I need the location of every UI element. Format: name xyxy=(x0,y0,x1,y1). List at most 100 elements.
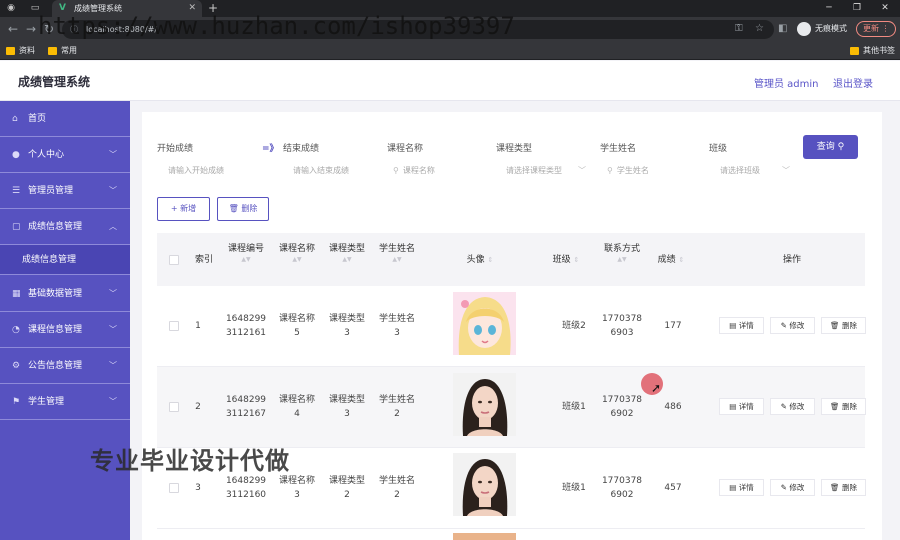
sidebar-item-admins[interactable]: ☰ 管理员管理 ﹀ xyxy=(0,173,130,209)
sidebar-item-label: 学生管理 xyxy=(28,397,65,407)
search-icon: ⚲ xyxy=(607,166,613,175)
class-label: 班级 xyxy=(709,144,728,154)
cell-score: 457 xyxy=(664,483,682,493)
edit-button[interactable]: ✎ 修改 xyxy=(770,398,815,415)
chevron-down-icon: ﹀ xyxy=(109,186,117,195)
cell-text: 3112167 xyxy=(225,409,267,419)
sidebar-item-basic-data[interactable]: ▦ 基础数据管理 ﹀ xyxy=(0,276,130,312)
maximize-icon[interactable]: ❐ xyxy=(846,0,868,17)
student-name-input[interactable]: ⚲ 学生姓名 xyxy=(597,161,697,181)
cell-text: 学生姓名 xyxy=(378,476,415,486)
table-header: 索引 课程编号 ▲▼ 课程名称 ▲▼ 课程类型 ▲▼ 学生姓名 ▲▼ 头像 ⇕ 班级 ⇕… xyxy=(157,233,865,286)
sidebar-item-label: 公告信息管理 xyxy=(28,361,83,371)
sidebar-item-label: 课程信息管理 xyxy=(28,325,83,335)
avatar-image-partial xyxy=(453,533,516,540)
mouse-cursor-icon: ➚ xyxy=(651,381,662,395)
row-checkbox[interactable] xyxy=(169,402,179,412)
star-icon[interactable]: ☆ xyxy=(755,22,764,36)
delete-button[interactable]: 🗑 删除 xyxy=(217,197,269,221)
chevron-down-icon: ﹀ xyxy=(578,166,586,175)
cell-text: 1770378 xyxy=(601,395,643,405)
col-contact[interactable]: 联系方式 ▲▼ xyxy=(600,243,644,264)
col-score[interactable]: 成绩 ⇕ xyxy=(652,254,690,267)
sidebar-item-label: 管理员管理 xyxy=(28,186,74,196)
chevron-down-icon: ﹀ xyxy=(109,150,117,159)
sidepanel-icon[interactable]: ◧ xyxy=(778,22,787,36)
cell-text: 2 xyxy=(344,490,350,500)
chevron-down-icon: ﹀ xyxy=(109,325,117,334)
start-score-input[interactable]: 请输入开始成绩 xyxy=(158,161,258,181)
col-index[interactable]: 索引 xyxy=(192,254,216,267)
sidebar-item-students[interactable]: ⚑ 学生管理 ﹀ xyxy=(0,384,130,420)
row-delete-button[interactable]: 🗑 删除 xyxy=(821,317,866,334)
other-bookmarks[interactable]: 其他书签 xyxy=(850,45,895,57)
course-name-label: 课程名称 xyxy=(387,144,424,154)
back-icon[interactable]: ← xyxy=(6,22,20,36)
row-checkbox[interactable] xyxy=(169,483,179,493)
browser-menu-icon[interactable]: ◉ xyxy=(4,2,18,15)
list-icon: ☰ xyxy=(12,186,21,196)
cell-course-type: 课程类型 3 xyxy=(324,393,370,421)
start-score-label: 开始成绩 xyxy=(157,144,194,154)
row-delete-button[interactable]: 🗑 删除 xyxy=(821,479,866,496)
sidebar-item-notices[interactable]: ⚙ 公告信息管理 ﹀ xyxy=(0,348,130,384)
course-type-placeholder: 请选择课程类型 xyxy=(506,166,562,175)
key-icon[interactable]: ⚿ xyxy=(735,22,743,36)
course-type-label: 课程类型 xyxy=(496,144,533,154)
avatar-image xyxy=(453,292,516,355)
row-checkbox[interactable] xyxy=(169,321,179,331)
forward-icon[interactable]: → xyxy=(24,22,38,36)
logout-link[interactable]: 退出登录 xyxy=(833,75,873,90)
add-button[interactable]: + 新增 xyxy=(157,197,210,221)
detail-button[interactable]: ▤ 详情 xyxy=(719,479,764,496)
home-icon: ⌂ xyxy=(12,114,18,124)
sort-icon: ▲▼ xyxy=(617,256,627,263)
row-delete-button[interactable]: 🗑 删除 xyxy=(821,398,866,415)
sidebar-subitem-scores[interactable]: 成绩信息管理 xyxy=(0,245,130,275)
edit-button[interactable]: ✎ 修改 xyxy=(770,479,815,496)
cell-class: 班级1 xyxy=(562,402,586,412)
cell-text: 课程名称 xyxy=(278,476,315,486)
col-course-type[interactable]: 课程类型 ▲▼ xyxy=(326,243,368,264)
detail-button[interactable]: ▤ 详情 xyxy=(719,398,764,415)
update-label: 更新 xyxy=(863,24,879,33)
cell-text: 5 xyxy=(294,328,300,338)
update-button[interactable]: 更新 ⋮ xyxy=(856,21,896,37)
avatar-image xyxy=(453,453,516,516)
doc-icon: ▤ xyxy=(729,321,737,330)
col-class-label: 班级 xyxy=(552,255,571,265)
col-course-name[interactable]: 课程名称 ▲▼ xyxy=(276,243,318,264)
bookmarks-bar: 资料 常用 其他书签 xyxy=(0,42,900,60)
admin-user[interactable]: 管理员 admin xyxy=(754,75,819,90)
folder-icon xyxy=(48,47,57,55)
bookmark-folder[interactable]: 常用 xyxy=(48,45,77,57)
sidebar-item-profile[interactable]: ● 个人中心 ﹀ xyxy=(0,137,130,173)
cell-text: 课程类型 xyxy=(328,314,365,324)
col-course-id[interactable]: 课程编号 ▲▼ xyxy=(225,243,267,264)
cell-score: 486 xyxy=(664,402,682,412)
class-select[interactable]: 请选择班级 ﹀ xyxy=(710,161,796,181)
sidebar-item-home[interactable]: ⌂ 首页 xyxy=(0,101,130,137)
close-window-icon[interactable]: ✕ xyxy=(874,0,896,17)
sidebar-item-scores[interactable]: ▢ 成绩信息管理 ︿ xyxy=(0,209,130,245)
query-button[interactable]: 查询 ⚲ xyxy=(803,135,858,159)
detail-button[interactable]: ▤ 详情 xyxy=(719,317,764,334)
app-header: 成绩管理系统 管理员 admin 退出登录 xyxy=(0,61,900,101)
detail-label: 详情 xyxy=(738,402,754,411)
chevron-down-icon: ﹀ xyxy=(109,361,117,370)
student-name-label: 学生姓名 xyxy=(600,144,637,154)
edit-button[interactable]: ✎ 修改 xyxy=(770,317,815,334)
course-name-input[interactable]: ⚲ 课程名称 xyxy=(383,161,483,181)
course-type-select[interactable]: 请选择课程类型 ﹀ xyxy=(496,161,592,181)
trash-icon: 🗑 xyxy=(830,321,840,330)
col-avatar[interactable]: 头像 ⇕ xyxy=(455,254,505,267)
sidebar-item-courses[interactable]: ◔ 课程信息管理 ﹀ xyxy=(0,312,130,348)
end-score-input[interactable]: 请输入结束成绩 xyxy=(283,161,383,181)
col-student[interactable]: 学生姓名 ▲▼ xyxy=(376,243,418,264)
bookmark-folder[interactable]: 资料 xyxy=(6,45,35,57)
select-all-checkbox[interactable] xyxy=(169,255,179,265)
col-class[interactable]: 班级 ⇕ xyxy=(549,254,583,267)
minimize-icon[interactable]: ─ xyxy=(818,0,840,17)
folder-icon xyxy=(6,47,15,55)
range-arrow-icon: =》 xyxy=(262,144,279,154)
